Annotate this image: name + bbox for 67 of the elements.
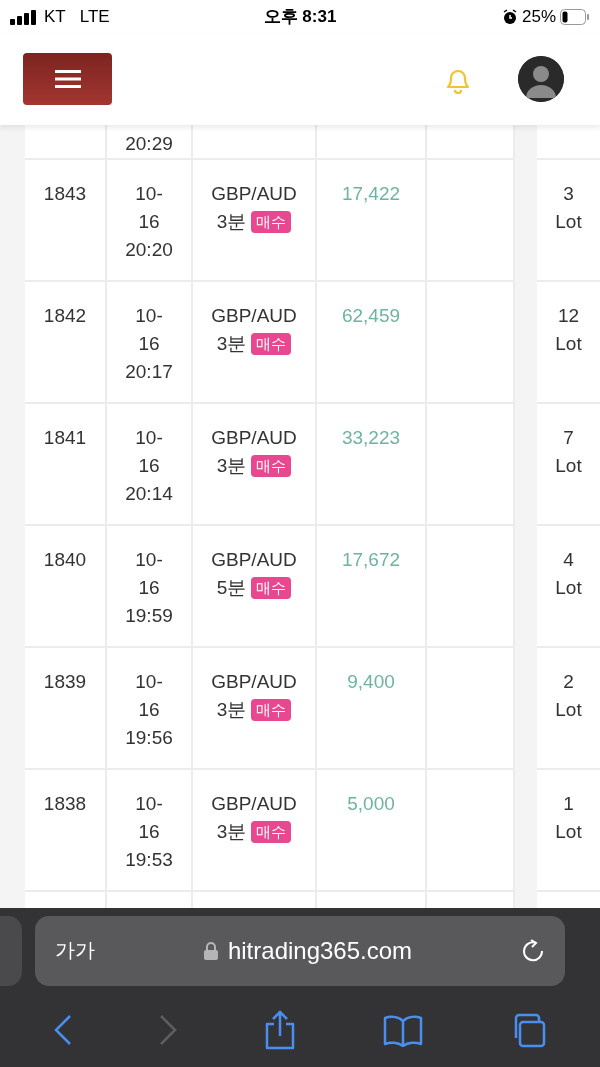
period-label: 3분 [216,454,247,478]
lot-size: 1 Lot [554,792,583,844]
currency-pair: GBP/AUD [211,670,297,694]
period-label: 3분 [216,820,247,844]
address-bar[interactable]: 가가 hitrading365.com [35,915,565,986]
trade-time: 19:53 [125,848,173,872]
clock-time: 오후 8:31 [263,7,337,26]
period-label: 3분 [216,210,247,234]
trade-number: 1840 [43,548,87,572]
network-label: LTE [79,6,110,27]
trade-date: 10-16 [134,792,164,844]
side-tag: 매수 [251,577,292,599]
trade-time: 20:17 [125,360,173,384]
battery-percent: 25% [521,6,556,27]
trade-date: 10-16 [134,426,164,478]
trade-time: 19:56 [125,726,173,750]
trade-time: 20:20 [125,238,173,262]
currency-pair: GBP/AUD [211,792,297,816]
period-label: 3분 [216,698,247,722]
trade-date: 10-16 [134,182,164,234]
lot-size: 7 Lot [554,426,583,478]
lot-size: 2 Lot [554,670,583,722]
trade-time: 20:14 [125,482,173,506]
trade-date: 10-16 [134,670,164,722]
amount: 17,672 [341,548,401,572]
lot-size: 12 Lot [554,304,583,356]
period-label: 3분 [216,332,247,356]
lot-size: 3 Lot [554,182,583,234]
text-size-button[interactable]: 가가 [55,937,95,964]
amount: 9,400 [347,670,395,694]
share-icon[interactable] [263,1010,296,1050]
carrier-label: KT [44,6,66,27]
trade-date: 10-16 [134,548,164,600]
side-tag: 매수 [251,455,292,477]
lock-icon [203,941,218,960]
amount: 17,422 [341,182,401,206]
currency-pair: GBP/AUD [211,182,297,206]
reload-icon[interactable] [521,938,545,963]
period-label: 5분 [216,576,247,600]
trade-number: 1838 [43,792,87,816]
alarm-icon [501,8,518,25]
trade-number: 1842 [43,304,87,328]
lot-size: 4 Lot [554,548,583,600]
back-icon[interactable] [53,1014,72,1046]
amount: 5,000 [347,792,395,816]
side-tag: 매수 [251,699,292,721]
side-tag: 매수 [251,333,292,355]
trade-number: 1841 [43,426,87,450]
side-tag: 매수 [251,821,292,843]
battery-icon [560,8,590,25]
trade-time: 20:29 [125,132,173,156]
signal-icon [10,8,38,25]
currency-pair: GBP/AUD [211,548,297,572]
url-text: hitrading365.com [227,936,413,965]
bookmarks-icon[interactable] [383,1013,424,1047]
side-tag: 매수 [251,211,292,233]
currency-pair: GBP/AUD [211,426,297,450]
trade-date: 10-16 [134,304,164,356]
menu-button[interactable] [23,53,112,105]
trade-time: 19:59 [125,604,173,628]
menu-icon [54,70,81,88]
amount: 62,459 [341,304,401,328]
currency-pair: GBP/AUD [211,304,297,328]
amount: 33,223 [341,426,401,450]
trade-number: 1843 [43,182,87,206]
trade-number: 1839 [43,670,87,694]
avatar[interactable] [518,56,564,102]
